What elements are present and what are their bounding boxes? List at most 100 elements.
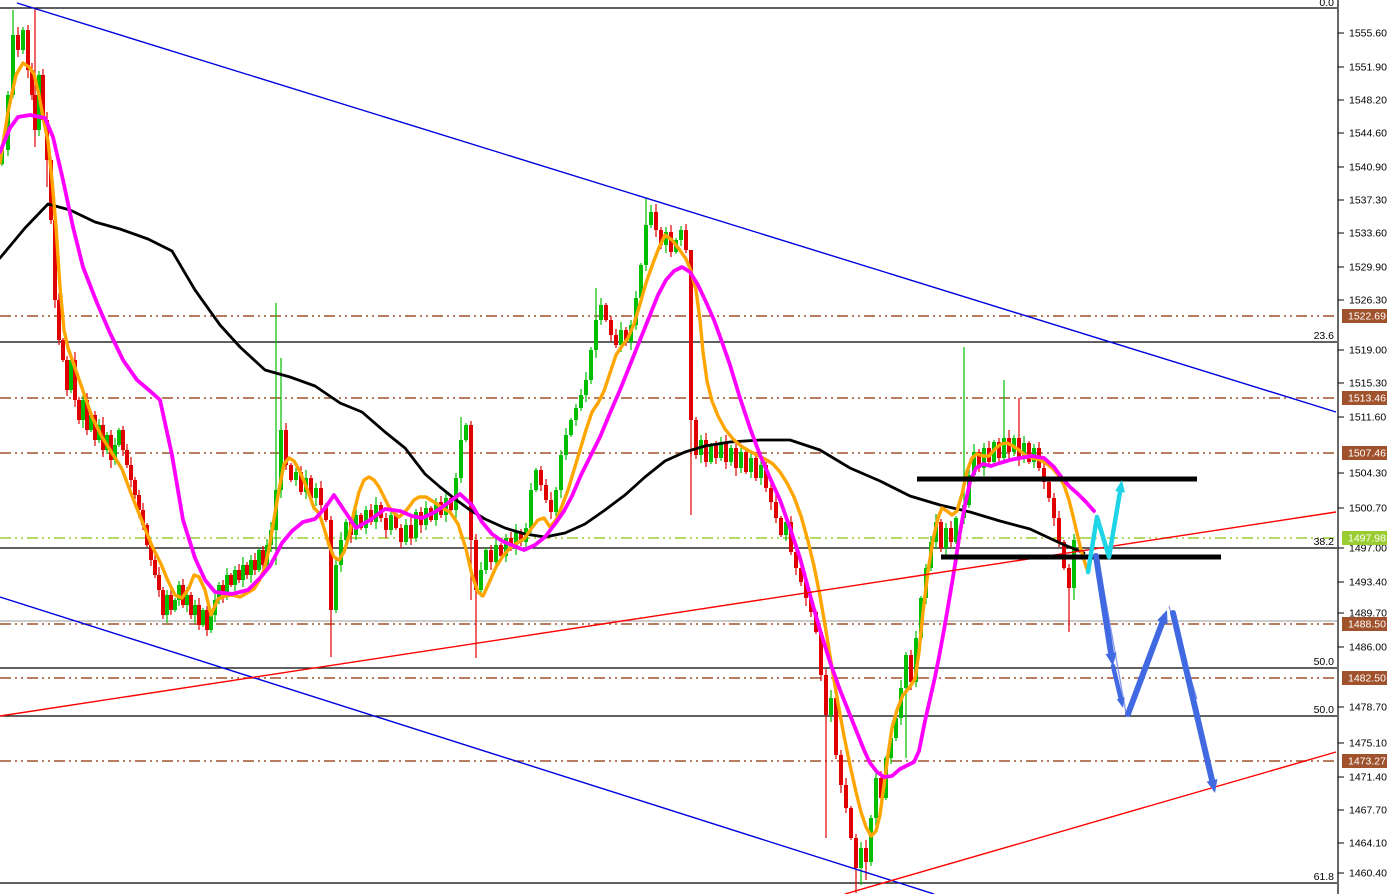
trading-chart-window: 0.0 23.6 38.2 50.0 50.0 61.8 1555.60 1551.90 154… (0, 0, 1387, 894)
price-tick-label: 1548.20 (1349, 95, 1387, 107)
candle-body (77, 400, 81, 420)
blue-down-1b-arrow-shaft[interactable] (1110, 663, 1123, 701)
fib-level-label: 23.6 (1314, 330, 1335, 342)
candle-body (654, 212, 658, 230)
price-level-badge: 1482.50 (1342, 671, 1387, 685)
candle-body (245, 565, 249, 575)
candle-body (61, 340, 65, 360)
blue-descending-upper-trendline[interactable] (16, 2, 1337, 413)
price-tick-label: 1540.90 (1349, 162, 1387, 174)
candle-body (744, 452, 748, 472)
candle-body (237, 570, 241, 580)
price-level-badge-text: 1522.69 (1348, 311, 1386, 323)
candle-body (849, 808, 853, 838)
price-level-badge-text: 1497.98 (1348, 533, 1386, 545)
candle-body (754, 458, 758, 478)
candle-body (559, 455, 563, 490)
blue-down-1-arrow-shaft[interactable] (1093, 553, 1115, 657)
price-tick-label: 1551.90 (1349, 62, 1387, 74)
candle-body (409, 525, 413, 538)
candle-body (117, 430, 121, 445)
candle-body (599, 305, 603, 320)
price-tick-label: 1555.60 (1349, 28, 1387, 40)
candle-body (125, 450, 129, 465)
candle-body (399, 528, 403, 542)
candle-body (714, 445, 718, 458)
candle-body (389, 515, 393, 530)
blue-up-2-arrowhead[interactable] (1157, 610, 1168, 625)
candle-body (724, 443, 728, 462)
candle-body (479, 570, 483, 590)
candle-body (854, 838, 858, 868)
price-tick-label: 1504.30 (1349, 468, 1387, 480)
candle-body (1052, 498, 1056, 518)
price-tick-label: 1460.40 (1349, 868, 1387, 880)
candle-body (209, 615, 213, 630)
candle-body (193, 605, 197, 615)
candle-body (364, 510, 368, 528)
candle-body (173, 600, 177, 610)
price-tick-label: 1537.30 (1349, 195, 1387, 207)
price-tick-label: 1478.70 (1349, 702, 1387, 714)
candle-body (189, 595, 193, 615)
fib-level-label: 38.2 (1314, 536, 1335, 548)
price-level-badge-text: 1473.27 (1348, 756, 1386, 768)
candle-body (909, 655, 913, 682)
cyan-zigzag-up-arrow-shaft[interactable] (1085, 489, 1123, 575)
candle-body (839, 755, 843, 785)
blue-down-1b-arrowhead[interactable] (1116, 697, 1125, 708)
support-resistance-segment[interactable] (917, 476, 1197, 482)
candle-body (484, 550, 488, 570)
candle-body (469, 425, 473, 540)
price-level-badge-text: 1482.50 (1348, 673, 1386, 685)
candle-body (594, 320, 598, 350)
candle-body (949, 528, 953, 542)
price-level-badge-text: 1507.46 (1348, 448, 1386, 460)
candle-body (684, 230, 688, 250)
candle-body (859, 848, 863, 868)
fib-labels-layer: 0.0 23.6 38.2 50.0 50.0 61.8 (1314, 0, 1335, 883)
blue-down-3-arrowhead[interactable] (1206, 779, 1218, 793)
candle-body (644, 225, 648, 265)
price-level-badge: 1488.50 (1342, 617, 1387, 631)
price-tick-label: 1486.00 (1349, 642, 1387, 654)
cyan-zigzag-up-arrowhead[interactable] (1115, 480, 1125, 493)
candle-body (704, 440, 708, 462)
price-tick-label: 1467.70 (1349, 805, 1387, 817)
fib-level-label: 50.0 (1314, 656, 1335, 668)
candle-body (539, 470, 543, 485)
support-resistance-segment[interactable] (941, 554, 1221, 560)
candle-body (679, 230, 683, 240)
candle-body (165, 595, 169, 615)
price-level-badge-text: 1488.50 (1348, 619, 1386, 631)
price-level-badge: 1473.27 (1342, 754, 1387, 768)
price-level-badge-text: 1513.46 (1348, 393, 1386, 405)
candle-body (1067, 568, 1071, 588)
price-level-badge: 1513.46 (1342, 391, 1387, 405)
candle-body (233, 570, 237, 585)
blue-descending-lower-trendline[interactable] (0, 596, 935, 894)
candle-body (939, 522, 943, 548)
blue-down-1-arrowhead[interactable] (1105, 652, 1117, 666)
candle-body (294, 472, 298, 480)
candle-body (121, 430, 125, 450)
candle-body (1057, 518, 1061, 542)
candle-body (249, 560, 253, 575)
candle-body (459, 440, 463, 478)
candle-body (384, 518, 388, 530)
candle-body (334, 565, 338, 610)
price-tick-label: 1544.60 (1349, 128, 1387, 140)
candle-body (779, 518, 783, 535)
red-ascending-short-trendline[interactable] (844, 751, 1337, 894)
blue-down-3-arrow-shaft[interactable] (1170, 610, 1216, 784)
candle-body (614, 335, 618, 345)
candle-body (609, 320, 613, 335)
candle-body (1047, 482, 1051, 498)
fib-lines-layer (0, 7, 1337, 884)
candle-body (241, 565, 245, 580)
price-tick-label: 1464.10 (1349, 838, 1387, 850)
candle-body (904, 655, 908, 688)
candlestick-chart-canvas[interactable]: 0.0 23.6 38.2 50.0 50.0 61.8 1555.60 1551.90 154… (0, 0, 1387, 894)
fib-level-label: 0.0 (1319, 0, 1334, 9)
candle-body (161, 590, 165, 615)
